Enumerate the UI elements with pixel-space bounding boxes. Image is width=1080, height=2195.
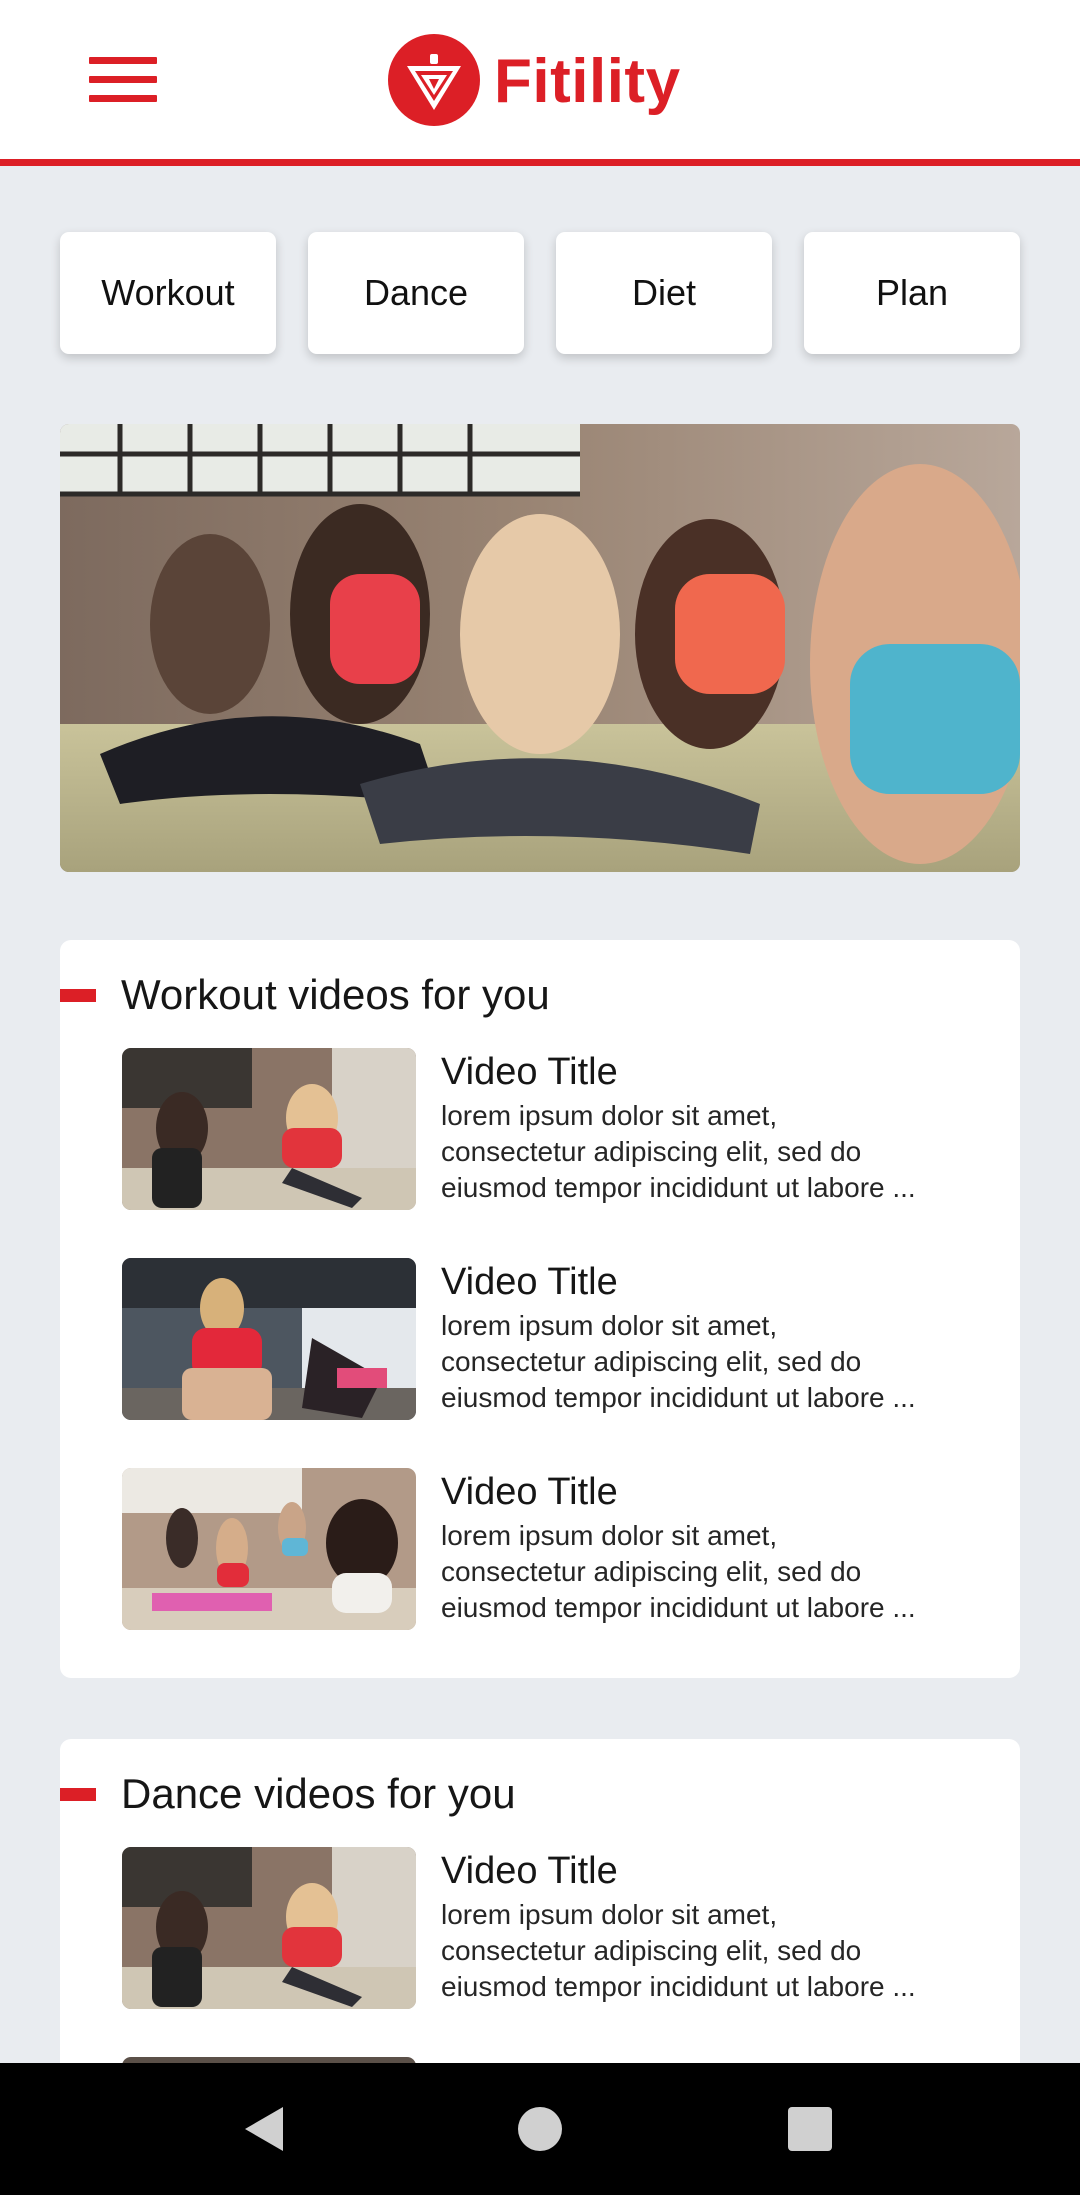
video-thumbnail[interactable] (122, 1258, 416, 1420)
hero-banner-image[interactable] (60, 424, 1020, 872)
back-triangle-icon[interactable] (206, 2063, 326, 2195)
tab-workout[interactable]: Workout (60, 232, 276, 354)
tab-diet[interactable]: Diet (556, 232, 772, 354)
video-description: lorem ipsum dolor sit amet, consectetur … (441, 1899, 916, 2002)
video-card[interactable]: Video Title lorem ipsum dolor sit amet, … (122, 1847, 1002, 2009)
video-thumbnail[interactable] (122, 1048, 416, 1210)
app-brand-name: Fitility (494, 47, 681, 116)
hamburger-menu-icon[interactable] (89, 55, 157, 105)
video-thumbnail[interactable] (122, 1847, 416, 2009)
video-description: lorem ipsum dolor sit amet, consectetur … (441, 1520, 916, 1623)
section-title: Workout videos for you (121, 971, 550, 1018)
section-title: Dance videos for you (121, 1770, 516, 1817)
tab-dance[interactable]: Dance (308, 232, 524, 354)
workout-videos-section: Workout videos for you Video Title lorem… (60, 940, 1020, 1678)
video-thumbnail[interactable] (122, 1468, 416, 1630)
fitility-logo-icon (388, 34, 480, 126)
section-marker (60, 989, 96, 1002)
video-card[interactable]: Video Title lorem ipsum dolor sit amet, … (122, 1258, 1002, 1420)
video-card[interactable]: Video Title lorem ipsum dolor sit amet, … (122, 1468, 1002, 1630)
app-header: Fitility (0, 0, 1080, 166)
tab-plan[interactable]: Plan (804, 232, 1020, 354)
home-circle-icon[interactable] (480, 2063, 600, 2195)
video-title: Video Title (441, 1261, 618, 1303)
video-title: Video Title (441, 1850, 618, 1892)
video-card[interactable]: Video Title lorem ipsum dolor sit amet, … (122, 1048, 1002, 1210)
system-navigation-bar (0, 2063, 1080, 2195)
recents-square-icon[interactable] (750, 2063, 870, 2195)
video-title: Video Title (441, 1051, 618, 1093)
section-marker (60, 1788, 96, 1801)
video-description: lorem ipsum dolor sit amet, consectetur … (441, 1310, 916, 1413)
video-title: Video Title (441, 1471, 618, 1513)
video-description: lorem ipsum dolor sit amet, consectetur … (441, 1100, 916, 1203)
